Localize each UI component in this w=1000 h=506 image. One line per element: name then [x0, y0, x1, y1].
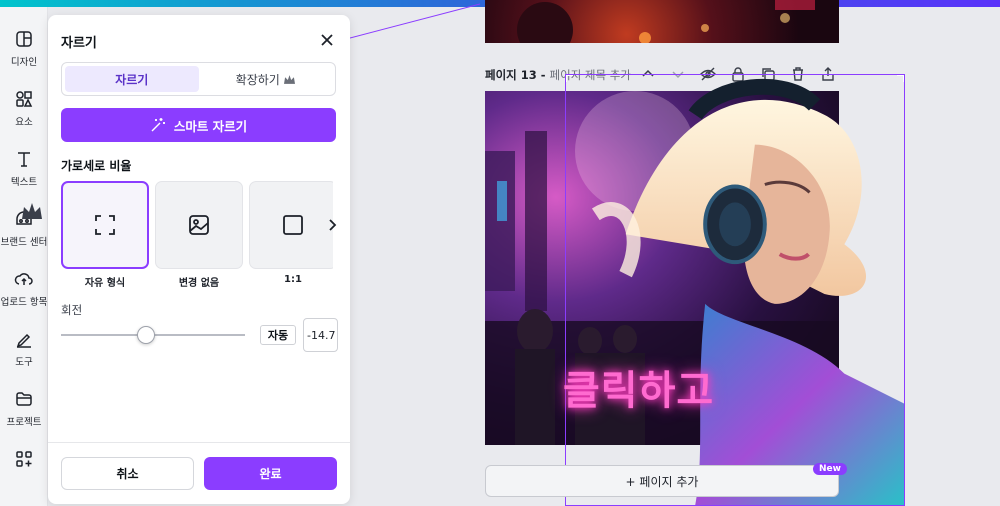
crop-handle-top-right[interactable]: [897, 75, 904, 82]
tab-label: 확장하기: [235, 72, 280, 87]
rotate-label: 회전: [61, 303, 83, 317]
close-icon: [321, 34, 333, 46]
image-icon: [189, 215, 209, 235]
new-badge: New: [813, 463, 847, 475]
portrait-image: [591, 78, 904, 505]
layout-icon: [16, 31, 32, 47]
ratio-label: 1:1: [284, 274, 302, 285]
upload-icon: [14, 273, 33, 285]
ratio-option-1-1[interactable]: 1:1: [249, 181, 333, 285]
shapes-icon: [16, 91, 33, 107]
square-icon: [283, 215, 303, 235]
freeform-icon: [95, 215, 115, 235]
sidebar-item-brand[interactable]: 브랜드 센터: [0, 197, 48, 257]
sidebar-item-label: 프로젝트: [6, 417, 42, 428]
folder-icon: [16, 392, 32, 406]
tab-label: 자르기: [115, 72, 149, 87]
sidebar-item-tools[interactable]: 도구: [0, 317, 48, 377]
crop-frame[interactable]: [565, 74, 905, 506]
sidebar-item-label: 브랜드 센터: [0, 237, 48, 248]
panel-divider: [48, 442, 350, 443]
sidebar-item-projects[interactable]: 프로젝트: [0, 377, 48, 437]
auto-rotate-button[interactable]: 자동: [260, 325, 296, 345]
sidebar-item-text[interactable]: 텍스트: [0, 137, 48, 197]
aspect-ratio-list: 자유 형식 변경 없음 1:1: [61, 181, 333, 291]
rotate-value-input[interactable]: -14.7: [303, 318, 338, 352]
crop-panel: 자르기 자르기 확장하기 스마트 자르기 가로세로 비율 자유 형식 변경 없음: [48, 15, 350, 504]
tab-expand[interactable]: 확장하기: [199, 66, 333, 92]
ratio-option-freeform[interactable]: 자유 형식: [61, 181, 149, 289]
previous-page-art: [517, 0, 815, 43]
page-number: 페이지 13 -: [485, 68, 546, 82]
canvas-overlay-text[interactable]: 클릭하고: [563, 358, 714, 416]
sidebar-item-apps[interactable]: [0, 437, 48, 497]
cancel-button[interactable]: 취소: [61, 457, 194, 490]
panel-title: 자르기: [61, 36, 97, 51]
sidebar-item-label: 디자인: [10, 57, 38, 68]
ratio-label: 자유 형식: [84, 278, 126, 289]
sidebar-item-uploads[interactable]: 업로드 항목: [0, 257, 48, 317]
ratio-next-button[interactable]: [325, 216, 339, 234]
sidebar-item-elements[interactable]: 요소: [0, 77, 48, 137]
ratio-option-original[interactable]: 변경 없음: [155, 181, 243, 289]
draw-icon: [16, 333, 31, 348]
crop-mode-tabs: 자르기 확장하기: [61, 62, 336, 96]
sidebar-item-label: 업로드 항목: [0, 297, 48, 308]
previous-page-thumbnail[interactable]: [485, 0, 839, 43]
sidebar-item-label: 도구: [15, 357, 33, 368]
sidebar-item-label: 텍스트: [10, 177, 38, 188]
left-sidebar: 디자인 요소 텍스트 브랜드 센터 업로드 항목 도구 프로젝트: [0, 7, 48, 506]
sidebar-item-design[interactable]: 디자인: [0, 17, 48, 77]
close-button[interactable]: [316, 29, 338, 51]
sidebar-item-label: 요소: [15, 117, 33, 128]
apps-icon: [16, 451, 32, 467]
tab-crop[interactable]: 자르기: [65, 66, 199, 92]
smart-crop-button[interactable]: 스마트 자르기: [61, 108, 336, 142]
crop-handle-top-left[interactable]: [566, 75, 573, 82]
add-page-button[interactable]: + 페이지 추가: [485, 465, 839, 497]
rotate-slider-thumb[interactable]: [136, 326, 155, 344]
smart-crop-label: 스마트 자르기: [173, 118, 248, 134]
text-icon: [18, 152, 30, 167]
aspect-ratio-title: 가로세로 비율: [61, 159, 132, 173]
ratio-label: 변경 없음: [178, 278, 220, 289]
done-button[interactable]: 완료: [204, 457, 337, 490]
chevron-right-icon: [329, 219, 337, 231]
crown-icon: [22, 203, 42, 219]
crown-icon: [283, 74, 295, 84]
magic-wand-icon: [151, 118, 165, 132]
